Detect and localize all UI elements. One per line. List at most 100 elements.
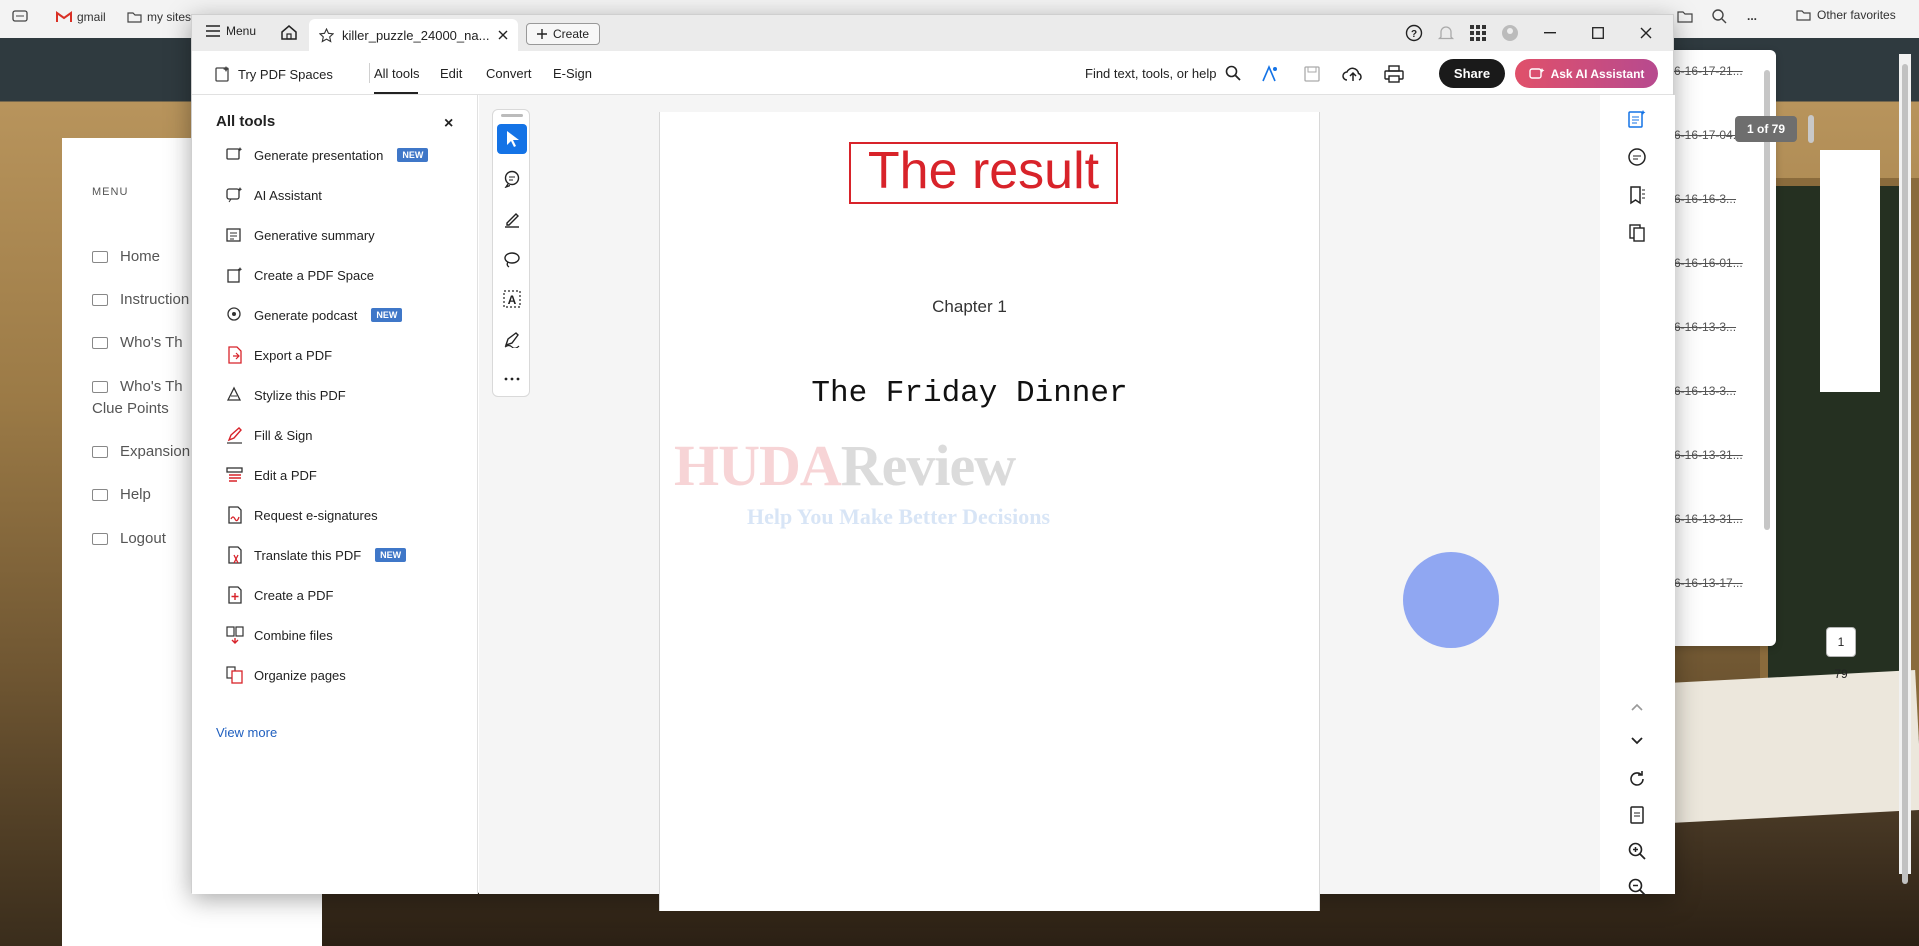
drag-handle[interactable]	[501, 114, 523, 117]
site-menu-clue-points[interactable]: Clue Points	[92, 400, 169, 417]
download-item[interactable]: 6-16-17-04...	[1674, 128, 1743, 142]
download-item[interactable]: 6-16-13-3...	[1674, 384, 1736, 398]
quick-tools-bar: A	[492, 109, 530, 397]
comment-tool[interactable]	[497, 164, 527, 194]
maximize-button[interactable]	[1581, 23, 1615, 43]
create-button[interactable]: Create	[526, 23, 601, 45]
close-tab-icon[interactable]	[498, 30, 508, 40]
tool-generate-podcast[interactable]: Generate podcast NEW	[226, 306, 403, 324]
menu-item-icon	[92, 250, 108, 263]
minimize-button[interactable]	[1533, 23, 1567, 43]
all-tools-panel: All tools × Generate presentation NEW AI A…	[192, 95, 478, 894]
document-scrollbar[interactable]	[1808, 115, 1814, 143]
zoom-out-icon[interactable]	[1625, 875, 1649, 899]
tool-generate-presentation[interactable]: Generate presentation NEW	[226, 146, 429, 164]
text-tool[interactable]: A	[497, 284, 527, 314]
sign-tool[interactable]	[497, 324, 527, 354]
bookmark-gmail[interactable]: gmail	[56, 10, 106, 24]
tab-e-sign[interactable]: E-Sign	[553, 66, 592, 81]
title-actions: ?	[1405, 23, 1663, 43]
page-display-icon[interactable]	[1625, 803, 1649, 827]
site-menu-logout[interactable]: Logout	[92, 530, 166, 547]
svg-text:A: A	[508, 293, 517, 307]
document-tab[interactable]: killer_puzzle_24000_na...	[309, 19, 518, 51]
tool-label: Create a PDF Space	[254, 267, 374, 283]
browser-scrollbar[interactable]	[1899, 54, 1911, 884]
tool-combine-files[interactable]: Combine files	[226, 626, 333, 644]
toolbar-divider	[369, 63, 370, 83]
print-icon[interactable]	[1383, 63, 1405, 85]
bell-icon[interactable]	[1437, 24, 1455, 42]
tool-edit-a-pdf[interactable]: Edit a PDF	[226, 466, 317, 484]
search-icon[interactable]	[1711, 8, 1727, 24]
scrollbar-thumb[interactable]	[1902, 64, 1908, 884]
site-menu-whos-the-1[interactable]: Who's Th	[92, 334, 183, 351]
ai-summary-icon[interactable]	[1625, 107, 1649, 131]
download-item[interactable]: 6-16-17-21...	[1674, 64, 1743, 78]
close-panel-button[interactable]: ×	[444, 115, 453, 133]
bookmarks-icon[interactable]	[1625, 183, 1649, 207]
tab-all-tools[interactable]: All tools	[374, 66, 420, 81]
menu-button[interactable]: Menu	[206, 24, 256, 38]
tool-generative-summary[interactable]: Generative summary	[226, 226, 375, 244]
site-menu-home[interactable]: Home	[92, 248, 160, 265]
cursor-highlight	[1403, 552, 1499, 648]
other-favorites[interactable]: Other favorites	[1796, 8, 1896, 22]
tab-list-icon[interactable]	[12, 10, 28, 22]
download-item[interactable]: 6-16-13-3...	[1674, 320, 1736, 334]
tool-organize-pages[interactable]: Organize pages	[226, 666, 346, 684]
ai-tools-icon[interactable]	[1259, 63, 1281, 85]
tool-create-a-pdf[interactable]: Create a PDF	[226, 586, 333, 604]
more-tools-button[interactable]	[497, 364, 527, 394]
ai-assistant-icon	[226, 186, 244, 204]
site-menu-whos-the-2[interactable]: Who's Th	[92, 378, 183, 395]
tab-edit[interactable]: Edit	[440, 66, 462, 81]
upload-cloud-icon[interactable]	[1342, 63, 1364, 85]
rotate-icon[interactable]	[1625, 767, 1649, 791]
tool-ai-assistant[interactable]: AI Assistant	[226, 186, 322, 204]
tool-label: Fill & Sign	[254, 427, 313, 443]
share-button[interactable]: Share	[1439, 59, 1505, 88]
try-pdf-spaces-button[interactable]: Try PDF Spaces	[214, 65, 333, 83]
page-thumbnails-icon[interactable]	[1625, 221, 1649, 245]
download-item[interactable]: 6-16-16-01...	[1674, 256, 1743, 270]
comments-panel-icon[interactable]	[1625, 145, 1649, 169]
tool-create-a-pdf-space[interactable]: Create a PDF Space	[226, 266, 374, 284]
select-tool[interactable]	[497, 124, 527, 154]
download-item[interactable]: 6-16-16-3...	[1674, 192, 1736, 206]
scroll-down-icon[interactable]	[1625, 729, 1649, 753]
site-menu-instruction[interactable]: Instruction	[92, 291, 189, 308]
download-item[interactable]: 6-16-13-17...	[1674, 576, 1743, 590]
find-search-box[interactable]: Find text, tools, or help	[1085, 65, 1241, 81]
tool-stylize-this-pdf[interactable]: Stylize this PDF	[226, 386, 346, 404]
collections-icon[interactable]	[1677, 9, 1693, 23]
site-menu-expansion[interactable]: Expansion	[92, 443, 190, 460]
scroll-up-icon[interactable]	[1625, 695, 1649, 719]
site-menu-help[interactable]: Help	[92, 486, 151, 503]
download-item[interactable]: 6-16-13-31...	[1674, 512, 1743, 526]
tool-translate-this-pdf[interactable]: Translate this PDF NEW	[226, 546, 407, 564]
chapter-label: Chapter 1	[932, 297, 1007, 316]
zoom-in-icon[interactable]	[1625, 839, 1649, 863]
tool-request-e-signatures[interactable]: Request e-signatures	[226, 506, 378, 524]
bookmark-my-sites[interactable]: my sites	[127, 10, 191, 24]
view-more-link[interactable]: View more	[216, 725, 277, 740]
tool-fill-sign[interactable]: Fill & Sign	[226, 426, 313, 444]
tool-label: Generative summary	[254, 227, 375, 243]
apps-grid-icon[interactable]	[1469, 24, 1487, 42]
tool-export-a-pdf[interactable]: Export a PDF	[226, 346, 332, 364]
star-icon[interactable]	[319, 27, 334, 43]
help-icon[interactable]: ?	[1405, 24, 1423, 42]
draw-tool[interactable]	[497, 244, 527, 274]
save-icon[interactable]	[1301, 63, 1323, 85]
ask-ai-assistant-button[interactable]: Ask AI Assistant	[1515, 59, 1658, 88]
page-number-input[interactable]: 1	[1826, 627, 1856, 657]
close-window-button[interactable]	[1629, 23, 1663, 43]
tab-title: killer_puzzle_24000_na...	[342, 27, 490, 43]
home-button[interactable]	[280, 23, 298, 41]
avatar[interactable]	[1501, 24, 1519, 42]
download-item[interactable]: 6-16-13-31...	[1674, 448, 1743, 462]
highlight-tool[interactable]	[497, 204, 527, 234]
tab-convert[interactable]: Convert	[486, 66, 532, 81]
more-button[interactable]: ...	[1747, 9, 1757, 23]
